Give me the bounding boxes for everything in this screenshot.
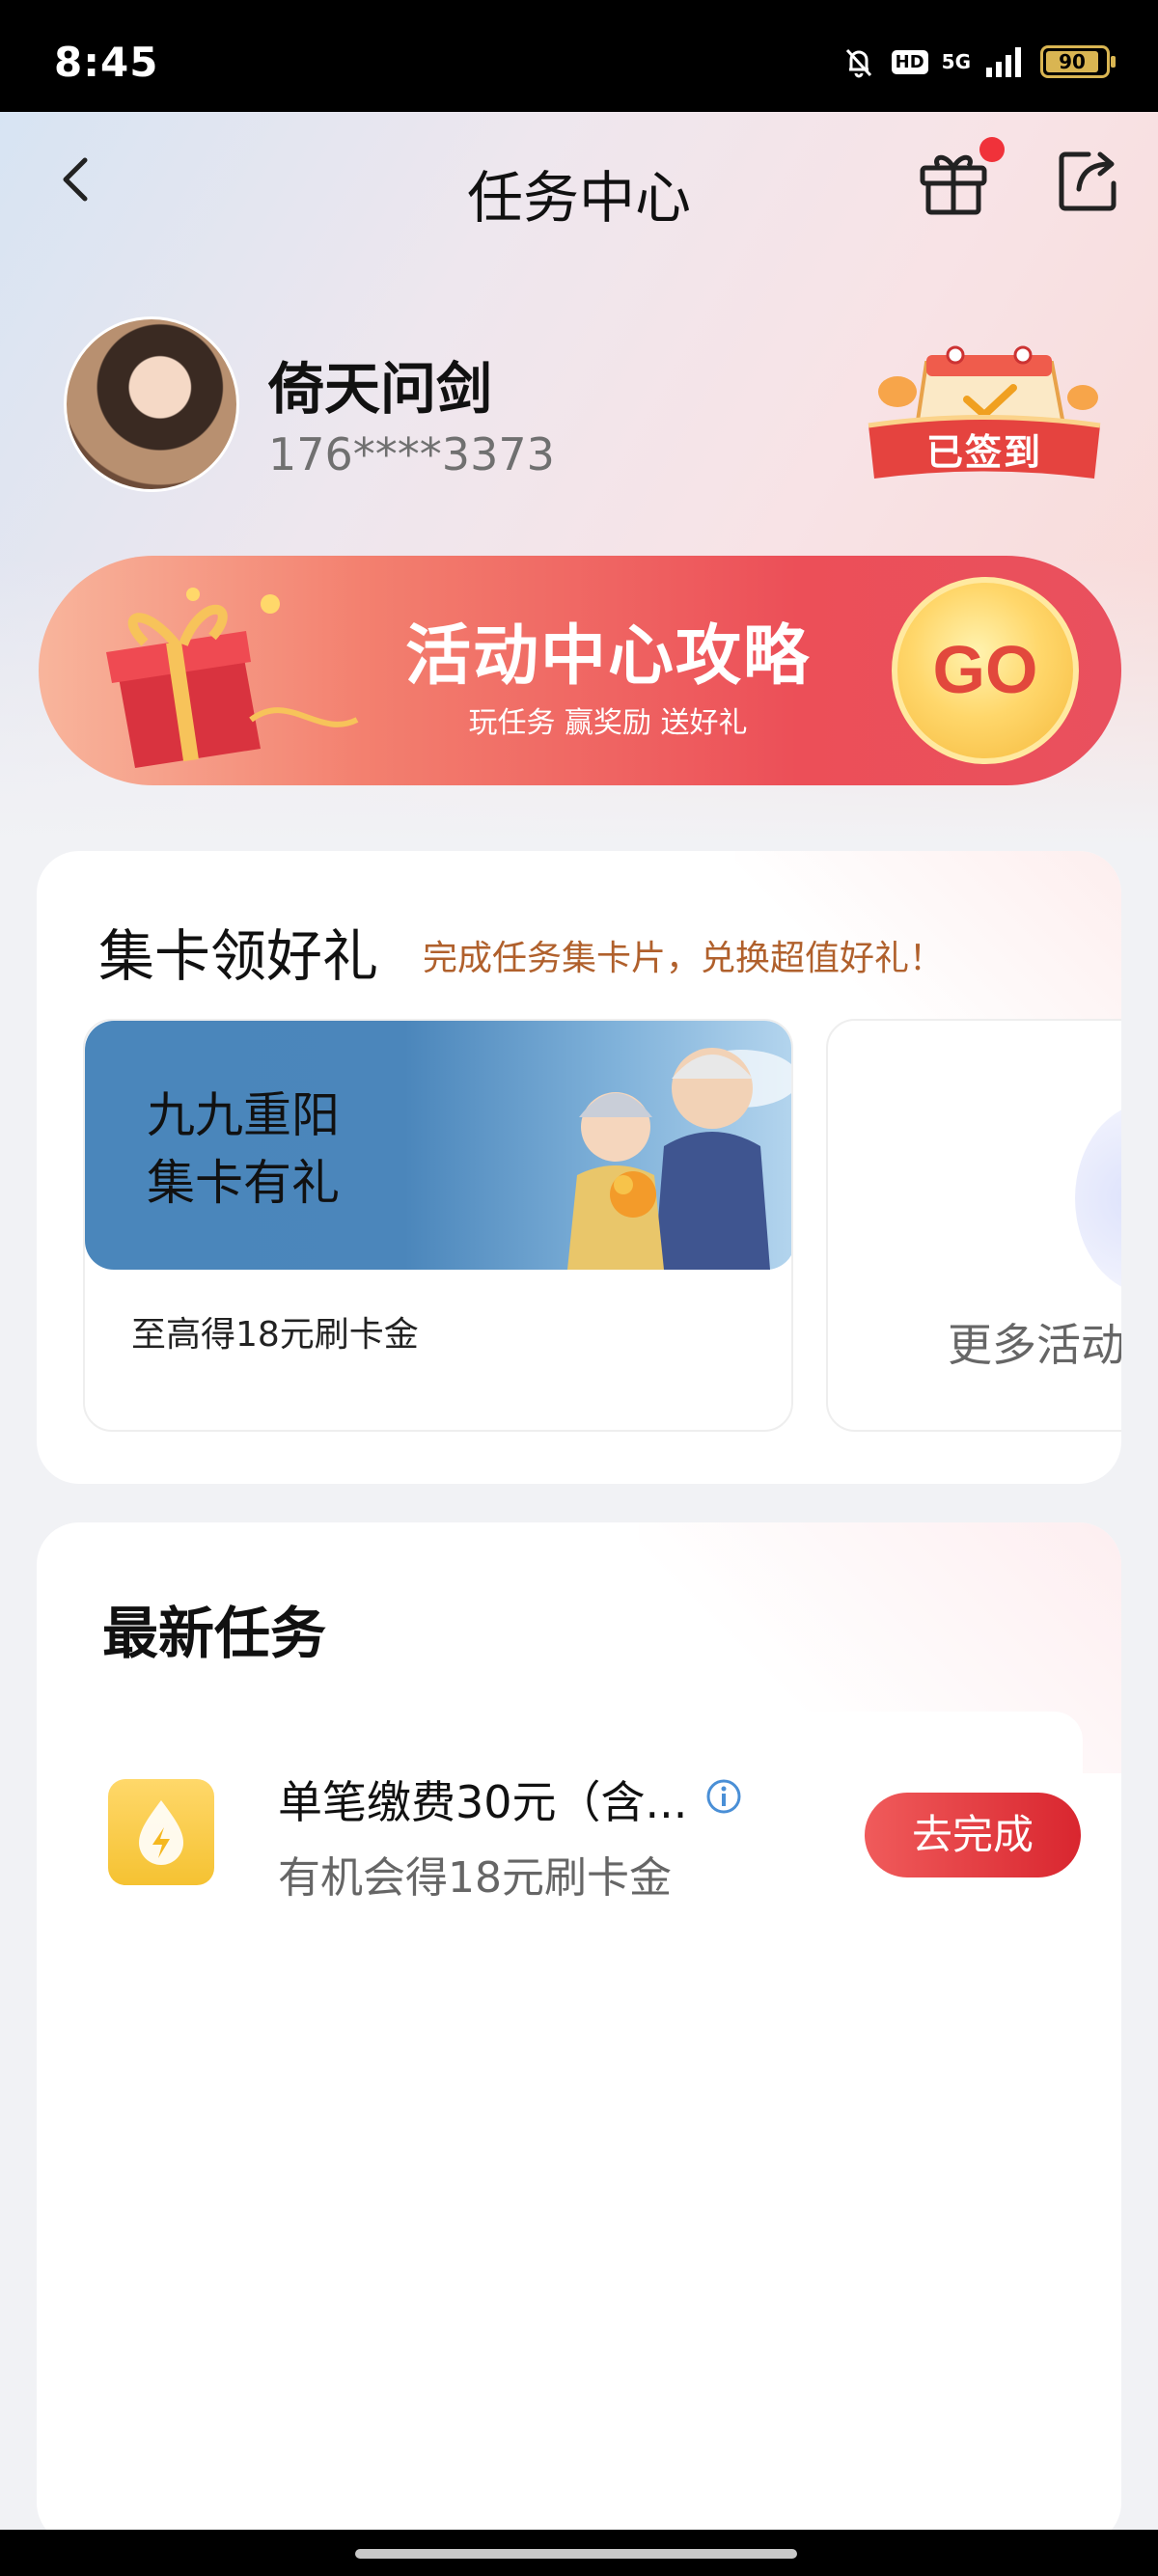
task-name: 单笔缴费30元（含... [278, 1776, 688, 1828]
activity-image: 九九重阳 集卡有礼 [85, 1021, 791, 1270]
section-subtitle: 完成任务集卡片，兑换超值好礼！ [423, 939, 945, 978]
task-icon [108, 1779, 214, 1885]
more-activities-illustration [1075, 1102, 1121, 1295]
signal-icon [986, 47, 1021, 77]
activity-card[interactable]: 九九重阳 集卡有礼 至高得18元刷卡金 [83, 1019, 793, 1432]
status-bar: 8:45 HD 5G 90 [0, 0, 1158, 112]
gift-icon[interactable] [917, 145, 990, 218]
sign-in-badge[interactable]: 已签到 [859, 334, 1110, 498]
complete-task-button[interactable]: 去完成 [865, 1793, 1081, 1877]
latest-tasks-section: 最新任务 单笔缴费30元（含... 有机会得18元刷卡金 去完成 [37, 1522, 1121, 2545]
share-icon[interactable] [1054, 147, 1121, 214]
section-title: 集卡领好礼 [98, 923, 379, 989]
battery-icon: 90 [1040, 45, 1116, 78]
nav-bar: 任务中心 [0, 112, 1158, 247]
activity-title-line1: 九九重阳 [147, 1087, 340, 1143]
user-name: 倚天问剑 [268, 356, 493, 422]
gift-box-icon [106, 588, 359, 768]
info-icon[interactable] [704, 1777, 743, 1816]
go-button[interactable]: GO [892, 577, 1079, 764]
hd-badge: HD [891, 49, 928, 74]
user-phone: 176****3373 [268, 428, 555, 480]
battery-level: 90 [1046, 51, 1098, 72]
more-activities-label: 更多活动 [948, 1319, 1121, 1371]
status-time: 8:45 [54, 39, 159, 86]
card-collect-section: 集卡领好礼 完成任务集卡片，兑换超值好礼！ 九九重阳 集卡有礼 至高得18元刷卡… [37, 851, 1121, 1484]
mute-bell-icon [845, 48, 871, 78]
home-indicator[interactable] [355, 2549, 797, 2559]
activity-title-line2: 集卡有礼 [147, 1155, 340, 1211]
banner-subtitle: 玩任务 赢奖励 送好礼 [468, 706, 748, 740]
elderly-couple-illustration [567, 1048, 791, 1270]
sign-in-label: 已签到 [925, 431, 1042, 474]
lightning-drop-icon [139, 1800, 183, 1865]
activity-caption: 至高得18元刷卡金 [131, 1315, 419, 1355]
task-item: 单笔缴费30元（含... 有机会得18元刷卡金 去完成 [69, 1712, 1083, 1922]
home-indicator-area [0, 2530, 1158, 2576]
section-title: 最新任务 [102, 1601, 327, 1666]
avatar[interactable] [64, 316, 239, 492]
notification-dot [979, 137, 1005, 162]
network-label: 5G [941, 50, 971, 73]
status-icons: HD 5G 90 [840, 42, 1116, 81]
activity-guide-banner[interactable]: 活动中心攻略 玩任务 赢奖励 送好礼 GO [39, 556, 1121, 785]
task-reward: 有机会得18元刷卡金 [278, 1853, 672, 1903]
banner-title: 活动中心攻略 [404, 618, 811, 695]
more-activities-card[interactable]: 更多活动 [826, 1019, 1121, 1432]
